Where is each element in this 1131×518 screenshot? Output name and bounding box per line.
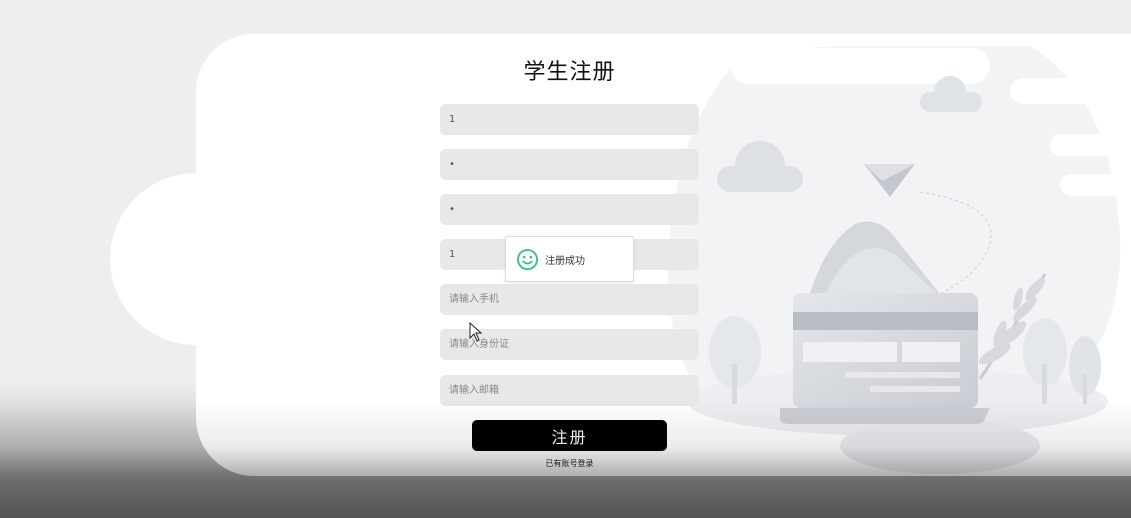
phone-input[interactable] bbox=[447, 293, 692, 306]
phone-field-wrapper bbox=[440, 284, 699, 315]
illustration bbox=[668, 45, 1131, 474]
email-input[interactable] bbox=[447, 384, 692, 397]
username-field-wrapper bbox=[440, 104, 699, 135]
smile-icon bbox=[516, 248, 539, 270]
success-toast: 注册成功 bbox=[505, 236, 634, 282]
cloud-band bbox=[1050, 134, 1131, 156]
cloud-band bbox=[1060, 174, 1131, 196]
cloud-band bbox=[1010, 78, 1131, 104]
password-field-wrapper bbox=[440, 149, 699, 180]
mouse-cursor-icon bbox=[469, 322, 483, 342]
toast-message: 注册成功 bbox=[545, 255, 585, 267]
id-card-input[interactable] bbox=[447, 338, 692, 351]
register-button[interactable]: 注册 bbox=[472, 420, 667, 451]
ground bbox=[840, 418, 1040, 474]
decorative-circle bbox=[110, 173, 282, 345]
registration-page: 学生注册 注册 已有账号登录 注册成功 bbox=[0, 0, 1131, 518]
page-title: 学生注册 bbox=[523, 60, 616, 85]
username-input[interactable] bbox=[447, 113, 692, 126]
confirm-password-field-wrapper bbox=[440, 194, 699, 225]
confirm-password-input[interactable] bbox=[447, 203, 692, 216]
password-input[interactable] bbox=[447, 158, 692, 171]
email-field-wrapper bbox=[440, 375, 699, 406]
login-link[interactable]: 已有账号登录 bbox=[440, 458, 699, 469]
